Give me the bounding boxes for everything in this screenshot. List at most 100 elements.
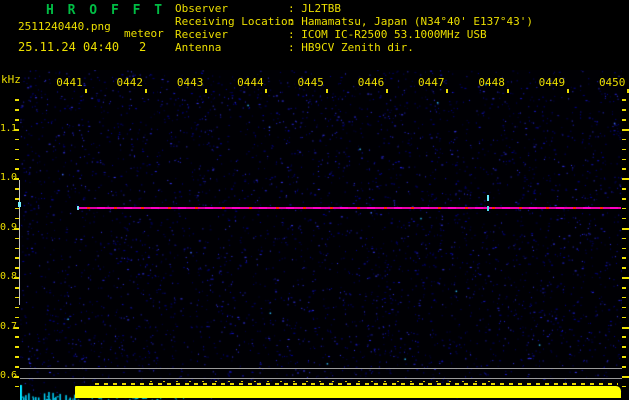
freq-tick-right-minor: [622, 168, 626, 170]
time-tick-label: 0448: [478, 76, 505, 89]
freq-tick-minor: [15, 168, 19, 170]
station-row-label: Antenna: [175, 41, 222, 54]
level-scale-line-upper: [20, 368, 622, 369]
freq-tick-right-major: [622, 178, 629, 181]
station-row-label: Receiver: [175, 28, 228, 41]
meteor-echo-mark-lower: [487, 206, 489, 211]
time-tick-label: 0446: [357, 76, 385, 89]
freq-tick-minor: [15, 119, 19, 121]
time-tick: [144, 89, 147, 93]
capture-datetime: 25.11.24 04:40: [18, 40, 120, 54]
freq-tick-right-minor: [622, 237, 626, 240]
capture-filename: 2511240440.png: [18, 20, 111, 33]
station-row-value: : Hamamatsu, Japan (N34°40' E137°43'): [288, 15, 534, 28]
time-tick-label: 0442: [116, 76, 144, 89]
freq-tick-right-minor: [622, 109, 626, 111]
carrier-line-start-dot: [77, 206, 79, 210]
freq-tick-minor: [15, 158, 19, 161]
station-row-label: Observer: [175, 2, 228, 15]
freq-tick-minor: [15, 385, 19, 388]
left-edge-marker-line: [19, 180, 20, 305]
time-tick-label: 0441: [56, 76, 83, 89]
station-row: Receiving Location: Hamamatsu, Japan (N3…: [175, 15, 533, 28]
freq-tick-right-minor: [622, 316, 626, 319]
time-tick-label: 0443: [176, 76, 204, 89]
freq-tick-minor: [15, 99, 19, 101]
station-row: Antenna : HB9CV Zenith dir.: [175, 41, 533, 54]
freq-tick-right-minor: [622, 346, 626, 348]
time-tick: [325, 89, 328, 93]
freq-tick-label: 0.9: [0, 221, 17, 233]
freq-tick-minor: [15, 336, 19, 338]
freq-tick-right-minor: [622, 385, 626, 388]
time-tick: [566, 89, 569, 93]
station-row-label: Receiving Location: [175, 15, 295, 28]
freq-tick-right-minor: [622, 247, 626, 249]
freq-tick-major: [14, 128, 19, 131]
freq-tick-major: [14, 375, 19, 378]
freq-tick-minor: [15, 366, 19, 368]
freq-tick-label: 0.8: [0, 271, 17, 283]
freq-tick-minor: [15, 148, 19, 151]
time-tick-label: 0445: [297, 76, 324, 89]
freq-tick-major: [14, 326, 19, 329]
time-tick: [386, 89, 388, 93]
time-tick: [84, 89, 87, 93]
station-row-value: : HB9CV Zenith dir.: [288, 41, 414, 54]
time-tick: [205, 89, 208, 93]
freq-tick-right-minor: [622, 366, 626, 368]
freq-tick-label: 1.0: [0, 172, 17, 184]
time-tick: [265, 89, 268, 93]
station-row-value: : ICOM IC-R2500 53.1000MHz USB: [288, 28, 487, 41]
station-row-value: : JL2TBB: [288, 2, 341, 15]
station-info: Observer : JL2TBB Receiving Location: Hama…: [175, 2, 533, 54]
hrofft-window: H R O F F T 2511240440.png meteor 25.11.…: [0, 0, 629, 400]
freq-tick-right-minor: [622, 148, 626, 151]
meteor-echo-mark-upper: [487, 195, 489, 201]
freq-tick-label: 1.1: [0, 123, 17, 134]
app-title: H R O F F T: [46, 3, 166, 18]
freq-tick-right-minor: [622, 306, 626, 309]
time-tick-label: 0449: [538, 76, 566, 89]
freq-tick-right-minor: [622, 217, 626, 220]
freq-tick-right-minor: [622, 287, 626, 289]
signal-level-bar: [75, 386, 621, 398]
freq-tick-right-minor: [622, 296, 626, 299]
freq-tick-right-major: [622, 277, 629, 280]
time-tick: [506, 89, 509, 93]
carrier-signal-line: [78, 207, 621, 209]
freq-tick-minor: [15, 356, 19, 358]
freq-tick-minor: [15, 316, 19, 319]
freq-tick-right-minor: [622, 356, 626, 358]
freq-tick-right-minor: [622, 207, 626, 210]
time-tick-label: 0450: [598, 76, 626, 89]
freq-tick-right-minor: [622, 257, 626, 259]
station-row: Receiver : ICOM IC-R2500 53.1000MHz USB: [175, 28, 533, 41]
freq-tick-right-minor: [622, 158, 626, 161]
freq-tick-right-major: [622, 326, 629, 329]
freq-tick-minor: [15, 306, 19, 309]
time-tick-label: 0447: [418, 76, 445, 89]
freq-tick-right-minor: [622, 188, 626, 190]
station-row: Observer : JL2TBB: [175, 2, 533, 15]
freq-tick-right-major: [622, 227, 629, 230]
time-tick-label: 0444: [237, 76, 264, 89]
freq-tick-right-minor: [622, 119, 626, 121]
edge-signal-dot: [18, 202, 21, 207]
freq-tick-right-minor: [622, 99, 626, 101]
level-scale-line-lower: [20, 378, 622, 379]
time-tick: [446, 89, 449, 93]
freq-tick-right-minor: [622, 336, 626, 338]
freq-tick-right-minor: [622, 138, 626, 141]
freq-tick-label: 0.7: [0, 320, 17, 332]
freq-axis-unit-label: kHz: [1, 73, 21, 86]
capture-mode-label: meteor: [124, 27, 164, 40]
freq-tick-label: 0.6: [0, 370, 17, 381]
freq-tick-right-minor: [622, 198, 626, 200]
freq-tick-right-major: [622, 375, 629, 378]
freq-tick-right-minor: [622, 267, 626, 269]
spectrogram-noise-field: [20, 70, 622, 400]
level-bar-speckle-row: [95, 383, 618, 385]
freq-tick-right-major: [622, 128, 629, 131]
level-bar-speckle-row-2: [150, 381, 490, 382]
